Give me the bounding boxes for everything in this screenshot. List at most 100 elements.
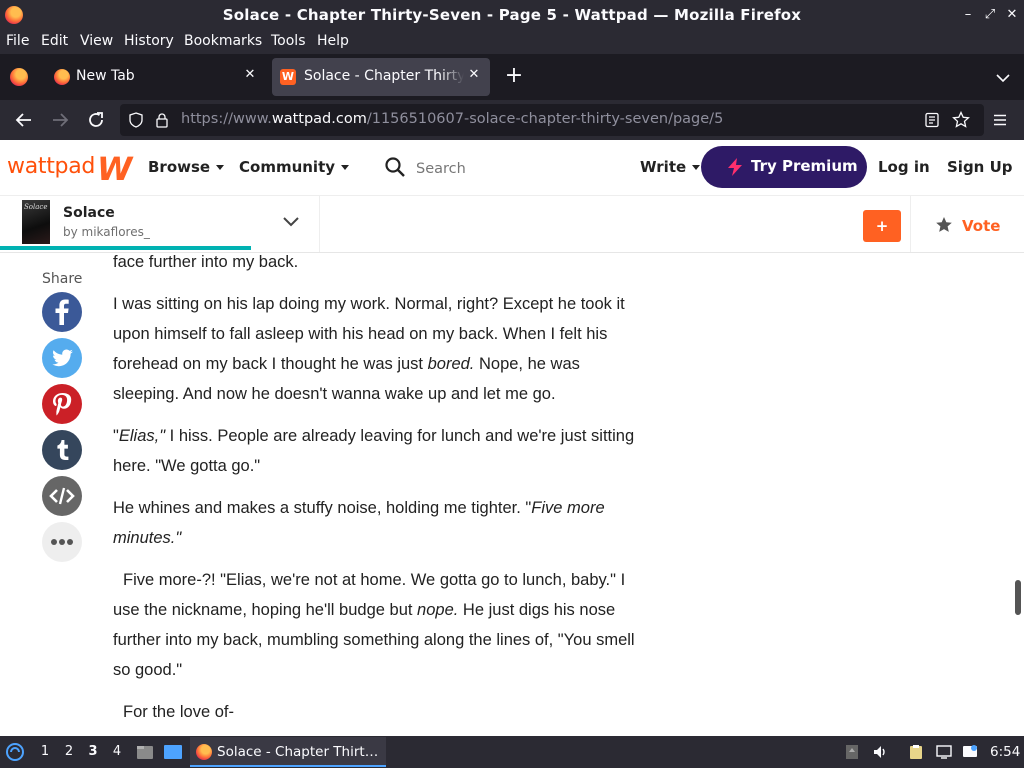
arrow-left-icon [15,113,31,127]
pinterest-icon [53,393,72,416]
show-desktop-icon[interactable] [163,743,183,761]
share-pinterest-button[interactable] [42,384,82,424]
paragraph: "Elias," I hiss. People are already leav… [113,427,635,475]
more-dots-icon [51,539,73,545]
try-premium-button[interactable]: Try Premium [701,146,867,188]
url-text[interactable]: https://www.wattpad.com/1156510607-solac… [181,111,723,127]
vote-label: Vote [962,217,1001,235]
tab-close-icon[interactable]: ✕ [242,67,258,83]
tab-close-icon[interactable]: ✕ [466,67,482,83]
paragraph: He whines and makes a stuffy noise, hold… [113,499,605,547]
wattpad-header: wattpad W Browse Community Write Try Pre… [0,140,1024,196]
notifications-icon[interactable] [962,744,978,760]
menu-file[interactable]: File [6,33,29,49]
tab-new-tab[interactable]: New Tab ✕ [44,58,266,96]
paragraph: Five more-?! "Elias, we're not at home. … [113,571,635,679]
story-cover[interactable]: Solace [22,200,50,244]
start-menu-icon[interactable] [5,742,25,762]
new-tab-button[interactable]: + [503,65,525,88]
chevron-down-icon [996,74,1010,83]
story-text: face further into my back. I was sitting… [113,237,641,734]
app-menu-button[interactable] [990,110,1010,130]
taskbar: 1 2 3 4 Solace - Chapter Thirt… 6:54 [0,736,1024,768]
share-label: Share [42,271,83,287]
back-button[interactable] [12,108,36,132]
caret-down-icon [692,165,701,170]
forward-button[interactable] [48,108,72,132]
close-window-button[interactable]: ✕ [1002,5,1022,25]
page-scrollbar-thumb[interactable] [1015,580,1021,615]
login-link[interactable]: Log in [878,158,930,176]
menu-tools[interactable]: Tools [271,33,306,49]
facebook-icon [55,299,69,325]
workspace-1[interactable]: 1 [38,744,52,759]
navigation-bar: https://www.wattpad.com/1156510607-solac… [0,100,1024,140]
wattpad-logo[interactable]: wattpad W [7,150,132,188]
share-tumblr-button[interactable] [42,430,82,470]
wattpad-wordmark: wattpad [7,154,96,179]
shield-icon[interactable] [128,112,144,128]
bookmark-star-icon[interactable] [952,111,970,129]
story-title[interactable]: Solace [63,205,115,221]
firefox-favicon-icon [54,69,70,85]
signup-link[interactable]: Sign Up [947,158,1013,176]
clock: 6:54 [990,744,1021,760]
menu-help[interactable]: Help [317,33,349,49]
star-icon [936,217,952,232]
share-more-button[interactable] [42,522,82,562]
share-twitter-button[interactable] [42,338,82,378]
share-facebook-button[interactable] [42,292,82,332]
tab-strip: New Tab ✕ W Solace - Chapter Thirty-Seve… [0,54,1024,100]
taskbar-window-label: Solace - Chapter Thirt… [217,744,379,760]
maximize-button[interactable]: ⤢ [980,5,1000,25]
community-menu[interactable]: Community [239,158,350,176]
url-bar[interactable]: https://www.wattpad.com/1156510607-solac… [120,104,984,136]
try-premium-label: Try Premium [751,157,858,175]
tab-solace[interactable]: W Solace - Chapter Thirty-Seven ✕ [272,58,490,96]
reader-view-icon[interactable] [924,112,940,128]
taskbar-firefox-window[interactable]: Solace - Chapter Thirt… [190,737,386,767]
minimize-button[interactable]: – [958,5,978,25]
update-notifier-icon[interactable] [844,744,860,760]
firefox-icon [196,744,212,760]
search-icon[interactable] [384,156,406,178]
network-icon[interactable] [936,744,952,760]
reload-icon [89,112,103,127]
workspace-2[interactable]: 2 [62,744,76,759]
lightning-bolt-icon [728,158,742,176]
wattpad-w-logo-icon: W [97,150,132,188]
menu-bar: File Edit View History Bookmarks Tools H… [0,30,1024,54]
volume-icon[interactable] [872,744,888,760]
workspace-4[interactable]: 4 [110,744,124,759]
write-label: Write [640,158,687,176]
paragraph: I was sitting on his lap doing my work. … [113,295,625,403]
write-menu[interactable]: Write [640,158,701,176]
menu-history[interactable]: History [124,33,174,49]
window-titlebar: Solace - Chapter Thirty-Seven - Page 5 -… [0,0,1024,30]
divider [910,196,911,252]
paragraph: face further into my back. [113,253,299,271]
file-manager-icon[interactable] [136,743,154,761]
list-all-tabs-button[interactable] [993,68,1013,88]
menu-view[interactable]: View [80,33,113,49]
browse-label: Browse [148,158,211,176]
reload-button[interactable] [84,108,108,132]
add-to-library-button[interactable]: + [863,210,901,242]
wattpad-favicon-icon: W [280,69,296,85]
paragraph: For the love of- [123,703,234,721]
lock-icon[interactable] [154,112,170,128]
clipboard-icon[interactable] [908,744,924,760]
browse-menu[interactable]: Browse [148,158,225,176]
share-embed-button[interactable] [42,476,82,516]
search-input[interactable] [416,158,596,180]
code-embed-icon [49,487,75,505]
tumblr-icon [57,440,69,460]
cover-title: Solace [24,203,48,211]
menu-bookmarks[interactable]: Bookmarks [184,33,262,49]
workspace-3[interactable]: 3 [86,744,100,759]
chevron-down-icon[interactable] [281,215,301,229]
tab-label: Solace - Chapter Thirty-Seven [304,68,464,84]
arrow-right-icon [53,113,69,127]
menu-edit[interactable]: Edit [41,33,68,49]
firefox-view-icon[interactable] [10,68,28,86]
